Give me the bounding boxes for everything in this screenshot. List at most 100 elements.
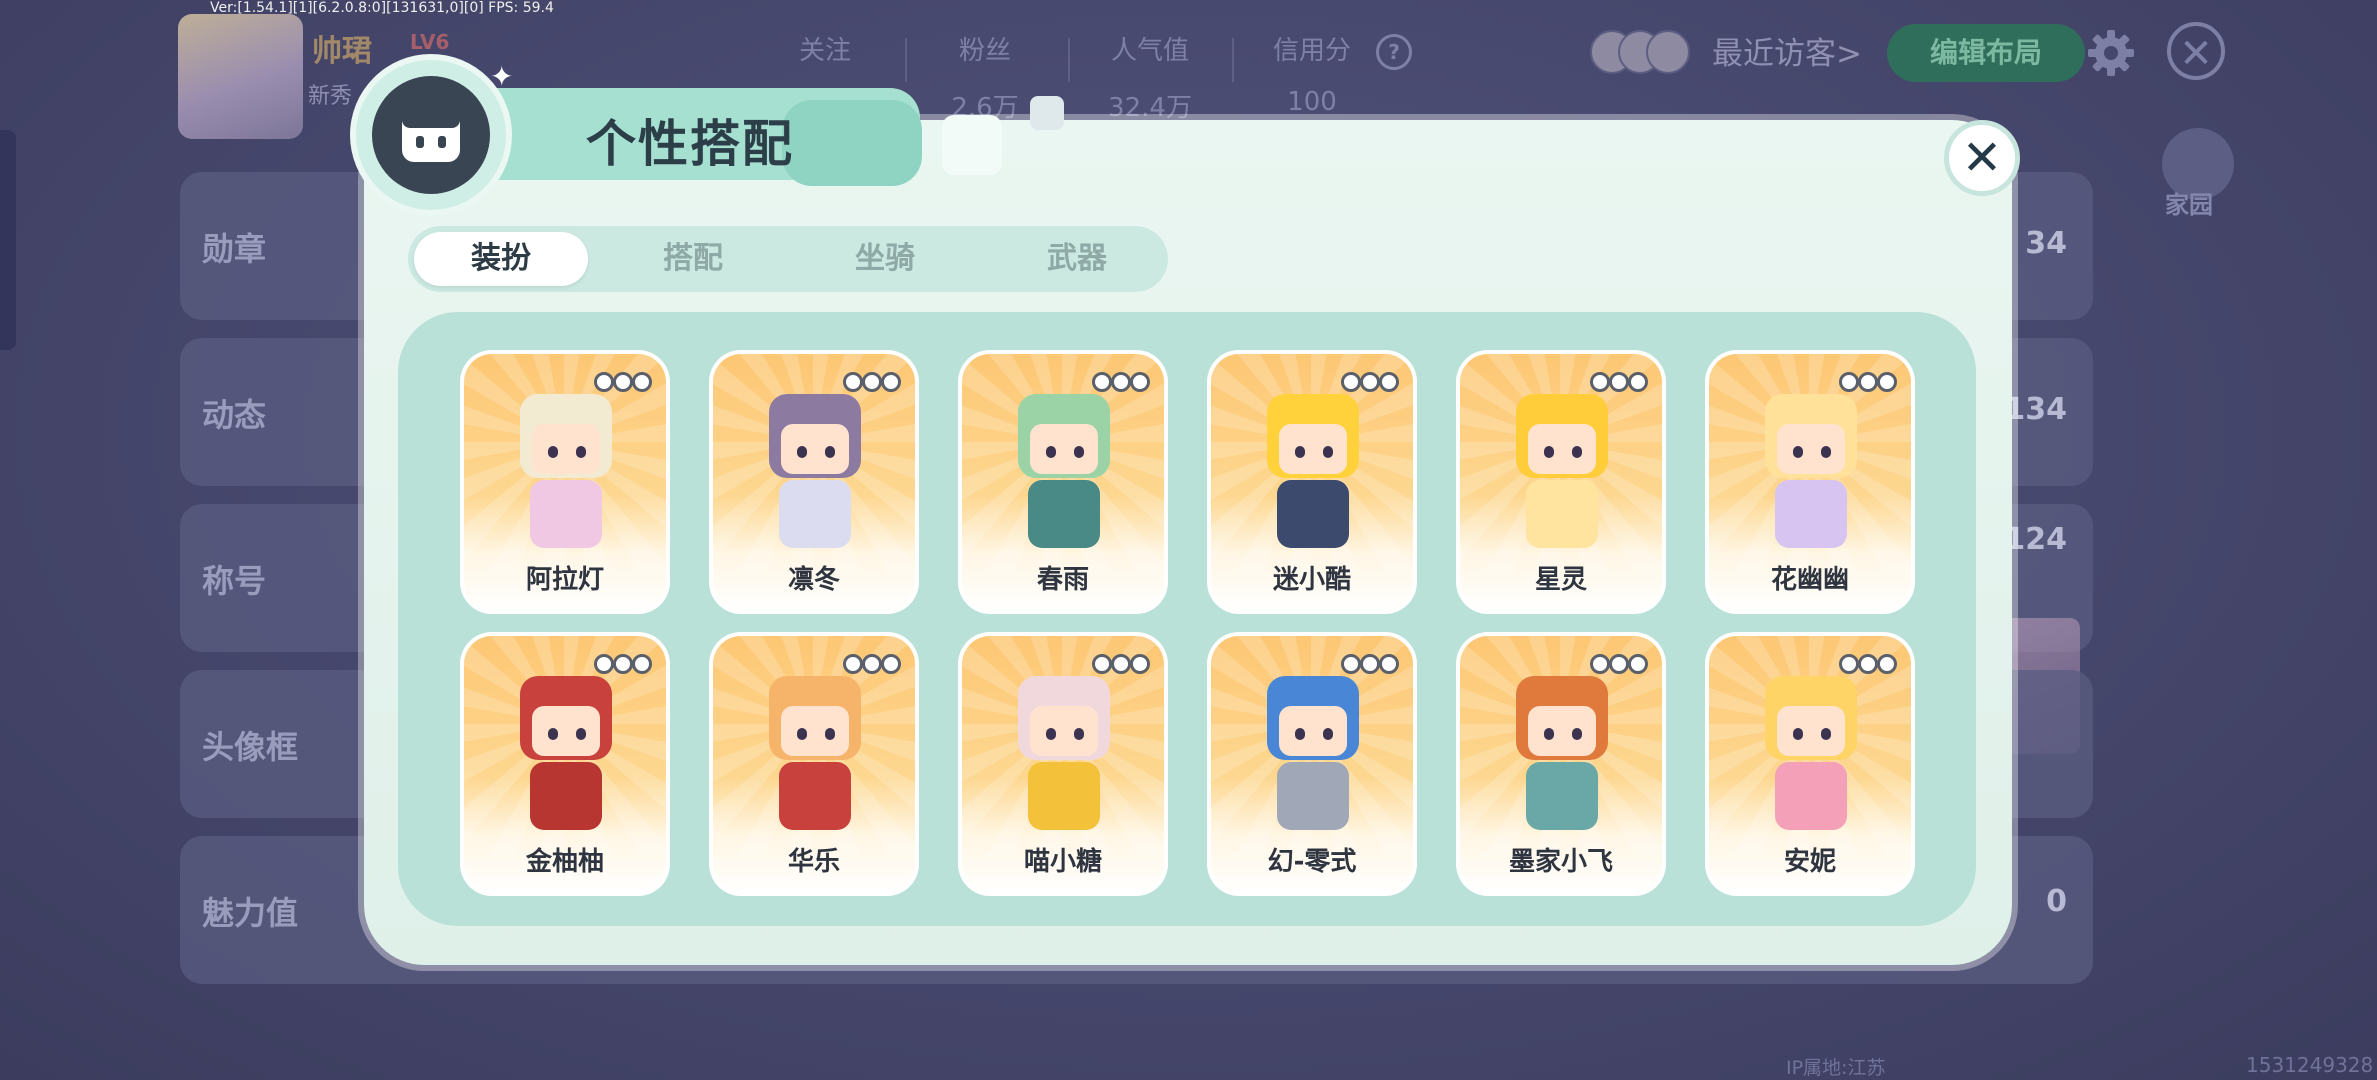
more-options-icon[interactable]: [594, 372, 652, 392]
dot: [1111, 654, 1131, 674]
dot: [1609, 654, 1629, 674]
dot: [1111, 372, 1131, 392]
outfit-name: 喵小糖: [1023, 847, 1102, 877]
outfit-card[interactable]: 华乐: [709, 632, 919, 896]
character-body: [1775, 762, 1847, 830]
character-face: [532, 424, 600, 474]
outfit-card[interactable]: 墨家小飞: [1456, 632, 1666, 896]
outfit-name: 墨家小飞: [1508, 847, 1613, 877]
tab-mount[interactable]: 坐骑: [798, 232, 972, 286]
tab-weapon[interactable]: 武器: [990, 232, 1164, 286]
outfit-card[interactable]: 阿拉灯: [460, 350, 670, 614]
stat-credit[interactable]: 信用分 100: [1237, 30, 1387, 117]
character-figure: [1753, 394, 1869, 554]
more-options-icon[interactable]: [843, 654, 901, 674]
character-eye: [1572, 728, 1582, 740]
outfit-card[interactable]: 星灵: [1456, 350, 1666, 614]
left-edge-handle[interactable]: [0, 130, 16, 350]
character-eye: [1074, 446, 1084, 458]
profile-name: 帅珺: [312, 34, 372, 69]
dot: [862, 372, 882, 392]
character-body: [1277, 762, 1349, 830]
profile-level: LV6: [410, 30, 450, 54]
outfit-card[interactable]: 金柚柚: [460, 632, 670, 896]
more-options-icon[interactable]: [1341, 654, 1399, 674]
character-eye: [1046, 728, 1056, 740]
outfit-card-bg: 花幽幽: [1709, 354, 1911, 610]
profile-avatar[interactable]: [178, 14, 303, 139]
profile-status: 新秀: [308, 84, 353, 109]
character-eye: [1295, 446, 1305, 458]
outfit-name: 凛冬: [787, 565, 840, 595]
outfit-card[interactable]: 春雨: [958, 350, 1168, 614]
dot: [1590, 372, 1610, 392]
more-options-icon[interactable]: [1092, 372, 1150, 392]
character-eye: [1074, 728, 1084, 740]
outfit-card[interactable]: 花幽幽: [1705, 350, 1915, 614]
ip-location: IP属地:江苏: [1786, 1057, 1886, 1079]
dot: [1360, 372, 1380, 392]
outfit-name: 星灵: [1534, 565, 1587, 595]
outfit-card-bg: 喵小糖: [962, 636, 1164, 892]
outfit-card-bg: 迷小酷: [1211, 354, 1413, 610]
dot: [881, 654, 901, 674]
character-eye: [1572, 446, 1582, 458]
character-body: [1277, 480, 1349, 548]
character-eye: [1821, 446, 1831, 458]
character-face: [1528, 424, 1596, 474]
character-body: [1526, 762, 1598, 830]
more-options-icon[interactable]: [594, 654, 652, 674]
modal-title: 个性搭配: [586, 115, 794, 173]
outfit-card[interactable]: 凛冬: [709, 350, 919, 614]
character-face: [1777, 706, 1845, 756]
outfit-card-bg: 幻-零式: [1211, 636, 1413, 892]
row-value: 34: [2025, 226, 2067, 261]
more-options-icon[interactable]: [1839, 372, 1897, 392]
help-icon[interactable]: ?: [1376, 34, 1412, 70]
more-options-icon[interactable]: [1839, 654, 1897, 674]
character-figure: [508, 394, 624, 554]
outfit-name: 花幽幽: [1770, 565, 1849, 595]
character-figure: [1504, 394, 1620, 554]
outfit-name: 阿拉灯: [525, 565, 604, 595]
outfit-card[interactable]: 迷小酷: [1207, 350, 1417, 614]
character-eye: [1544, 446, 1554, 458]
more-options-icon[interactable]: [1590, 372, 1648, 392]
dot: [1379, 654, 1399, 674]
visitor-avatar: [1646, 30, 1690, 74]
recent-visitors-link[interactable]: 最近访客>: [1712, 28, 1862, 73]
close-profile-button[interactable]: ✕: [2167, 22, 2225, 80]
outfit-card[interactable]: 喵小糖: [958, 632, 1168, 896]
character-figure: [757, 394, 873, 554]
more-options-icon[interactable]: [1092, 654, 1150, 674]
character-face: [1528, 706, 1596, 756]
character-eye: [1046, 446, 1056, 458]
tab-outfit[interactable]: 装扮: [414, 232, 588, 286]
more-options-icon[interactable]: [1590, 654, 1648, 674]
outfit-name: 华乐: [787, 847, 840, 877]
character-face: [1279, 706, 1347, 756]
outfit-card[interactable]: 幻-零式: [1207, 632, 1417, 896]
dot: [1379, 372, 1399, 392]
dot: [1628, 372, 1648, 392]
more-options-icon[interactable]: [843, 372, 901, 392]
gear-icon[interactable]: [2086, 28, 2136, 78]
tab-match[interactable]: 搭配: [606, 232, 780, 286]
stat-follow-label: 关注: [798, 36, 851, 66]
user-id: 1531249328: [2246, 1053, 2374, 1077]
character-body: [1775, 480, 1847, 548]
outfit-card-bg: 阿拉灯: [464, 354, 666, 610]
outfit-card-bg: 安妮: [1709, 636, 1911, 892]
stat-fans-label: 粉丝: [958, 36, 1011, 66]
stat-popularity[interactable]: 人气值 32.4万: [1075, 30, 1225, 124]
outfit-card-bg: 星灵: [1460, 354, 1662, 610]
more-options-icon[interactable]: [1341, 372, 1399, 392]
outfit-card[interactable]: 安妮: [1705, 632, 1915, 896]
character-eye: [1323, 728, 1333, 740]
character-eye: [1544, 728, 1554, 740]
character-eye: [1793, 728, 1803, 740]
dot: [1590, 654, 1610, 674]
character-face: [1777, 424, 1845, 474]
edit-layout-button[interactable]: 编辑布局: [1887, 24, 2085, 82]
modal-close-button[interactable]: ✕: [1944, 120, 2020, 196]
